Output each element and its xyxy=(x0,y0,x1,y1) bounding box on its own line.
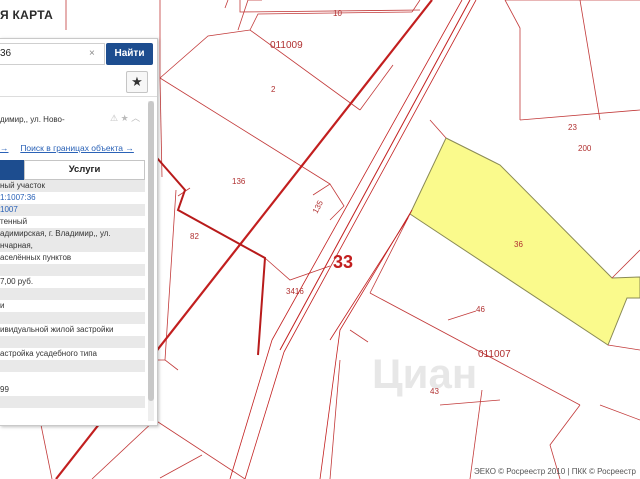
attribute-row xyxy=(0,336,145,348)
attribute-row: тенный xyxy=(0,217,28,226)
attribute-row xyxy=(0,288,145,300)
back-arrow-link[interactable]: → xyxy=(0,143,9,153)
attribute-row: нчарная, xyxy=(0,240,145,252)
parcel-label: 3416 xyxy=(286,287,304,296)
panel-tools-icons[interactable]: ⚠ ★ ︿ xyxy=(110,111,140,124)
attribute-row xyxy=(0,396,145,408)
attribute-row xyxy=(0,360,145,372)
parcel-label: 200 xyxy=(578,144,592,153)
parcel-label: 2 xyxy=(271,85,276,94)
panel-links: → Поиск в границах объекта → xyxy=(0,143,147,153)
selected-parcel-36[interactable] xyxy=(409,137,640,346)
attribute-row xyxy=(0,372,145,384)
attribute-row: ный участок xyxy=(0,180,145,192)
search-in-bounds-link[interactable]: Поиск в границах объекта → xyxy=(20,143,134,153)
scrollbar[interactable] xyxy=(148,101,154,421)
attribute-row: 7,00 руб. xyxy=(0,277,34,286)
parcel-label: 36 xyxy=(514,240,523,249)
attribute-row: 99 xyxy=(0,385,9,394)
attribute-row: и xyxy=(0,301,5,310)
search-input-value: 36 xyxy=(0,48,12,59)
divider xyxy=(0,96,157,97)
app-title: Я КАРТА xyxy=(0,8,54,22)
attribute-row[interactable]: 1:1007:36 xyxy=(0,192,145,204)
map-attribution: ЭЕКО © Росреестр 2010 | ПКК © Росреестр xyxy=(474,467,636,476)
search-bar: 36 × Найти xyxy=(0,43,153,65)
parcel-label: 10 xyxy=(333,9,342,18)
attribute-row: ивидуальной жилой застройки xyxy=(0,325,114,334)
scrollbar-thumb[interactable] xyxy=(148,101,154,401)
parcel-label: 135 xyxy=(311,198,325,214)
cadastral-block-label: 011009 xyxy=(270,40,303,51)
parcel-label: 136 xyxy=(232,177,246,186)
attribute-row: адимирская, г. Владимир,, ул. xyxy=(0,228,145,240)
watermark-logo: Циан xyxy=(372,350,478,397)
parcel-info: димир,, ул. Ново- ⚠ ★ ︿ → Поиск в границ… xyxy=(0,103,147,423)
parcel-label: 82 xyxy=(190,232,199,241)
attribute-list: ный участок 1:1007:36 1007 тенный адимирская… xyxy=(0,180,145,408)
info-panel: 36 × Найти ★ димир,, ул. Ново- ⚠ ★ ︿ → П… xyxy=(0,38,158,426)
attribute-row[interactable]: 1007 xyxy=(0,204,145,216)
attribute-row xyxy=(0,264,145,276)
parcel-label: 23 xyxy=(568,123,577,132)
attribute-row: аселённых пунктов xyxy=(0,253,72,262)
attribute-row xyxy=(0,312,145,324)
panel-tabs: Услуги xyxy=(0,160,145,180)
search-input[interactable]: 36 × xyxy=(0,43,105,65)
road-number-label: 33 xyxy=(333,252,353,272)
search-button[interactable]: Найти xyxy=(106,43,153,65)
cadastral-block-label: 011007 xyxy=(478,349,511,360)
attribute-row: астройка усадебного типа xyxy=(0,349,97,358)
clear-icon[interactable]: × xyxy=(89,44,95,64)
favorite-star-icon[interactable]: ★ xyxy=(126,71,148,93)
tab-services[interactable]: Услуги xyxy=(24,160,145,180)
parcel-address: димир,, ул. Ново- xyxy=(0,115,65,124)
parcel-label: 46 xyxy=(476,305,485,314)
tab-info[interactable] xyxy=(0,160,24,180)
